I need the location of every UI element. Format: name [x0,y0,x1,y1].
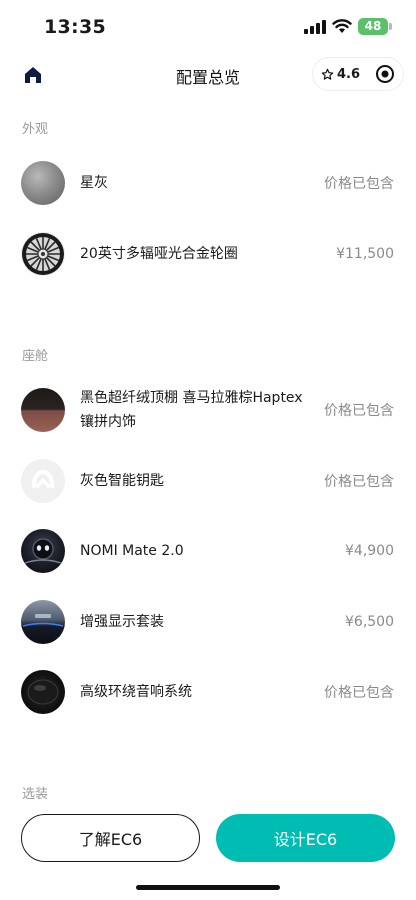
battery-level: 48 [364,19,382,33]
section-title-options: 选装 [22,787,49,802]
home-indicator [136,885,280,890]
item-price: 价格已包含 [324,403,394,419]
nomi-thumbnail [21,529,65,573]
config-item-paint[interactable]: 星灰 价格已包含 [0,155,416,211]
nomi-icon [24,538,62,564]
item-price: ¥6,500 [345,614,394,630]
speaker-thumbnail [21,670,65,714]
mini-program-capsule: 4.6 [312,57,404,91]
speaker-icon [27,679,59,705]
star-icon [321,68,334,80]
item-price: ¥4,900 [345,543,394,559]
section-title-cabin: 座舱 [22,349,49,364]
rating-value: 4.6 [337,66,361,82]
smart-key-thumbnail [21,459,65,503]
battery-icon: 48 [358,18,388,35]
wheel-thumbnail [21,232,65,276]
battery-tip [389,23,392,30]
config-item-wheels[interactable]: 20英寸多辐哑光合金轮圈 ¥11,500 [0,226,416,282]
nav-bar: 配置总览 4.6 [0,52,416,98]
status-bar: 13:35 48 [0,0,416,52]
config-item-interior[interactable]: 黑色超纤绒顶棚 喜马拉雅棕Haptex镶拼内饰 价格已包含 [0,382,416,438]
wifi-icon [332,19,352,33]
config-item-display[interactable]: 增强显示套装 ¥6,500 [0,594,416,650]
section-title-exterior: 外观 [22,122,49,137]
config-item-smart-key[interactable]: 灰色智能钥匙 价格已包含 [0,453,416,509]
item-name: 20英寸多辐哑光合金轮圈 [80,246,238,262]
display-thumbnail [21,600,65,644]
paint-swatch-thumbnail [21,161,65,205]
cellular-signal-icon [304,20,326,34]
config-item-audio[interactable]: 高级环绕音响系统 价格已包含 [0,664,416,720]
item-name: 高级环绕音响系统 [80,684,192,700]
interior-thumbnail [21,388,65,432]
item-name: 增强显示套装 [80,614,164,630]
status-time: 13:35 [44,16,106,38]
config-item-nomi[interactable]: NOMI Mate 2.0 ¥4,900 [0,523,416,579]
item-name: 星灰 [80,175,108,191]
item-price: 价格已包含 [324,685,394,701]
learn-ec6-button[interactable]: 了解EC6 [21,814,200,862]
target-icon[interactable] [375,64,395,84]
wheel-icon [22,233,64,275]
item-price: ¥11,500 [336,246,394,262]
design-ec6-button[interactable]: 设计EC6 [216,814,395,862]
item-price: 价格已包含 [324,176,394,192]
key-icon [31,469,55,489]
item-name: 黑色超纤绒顶棚 喜马拉雅棕Haptex镶拼内饰 [80,390,303,430]
item-price: 价格已包含 [324,474,394,490]
item-name: NOMI Mate 2.0 [80,543,184,559]
display-icon [22,614,64,627]
rating-button[interactable]: 4.6 [321,58,360,90]
item-name: 灰色智能钥匙 [80,473,164,489]
